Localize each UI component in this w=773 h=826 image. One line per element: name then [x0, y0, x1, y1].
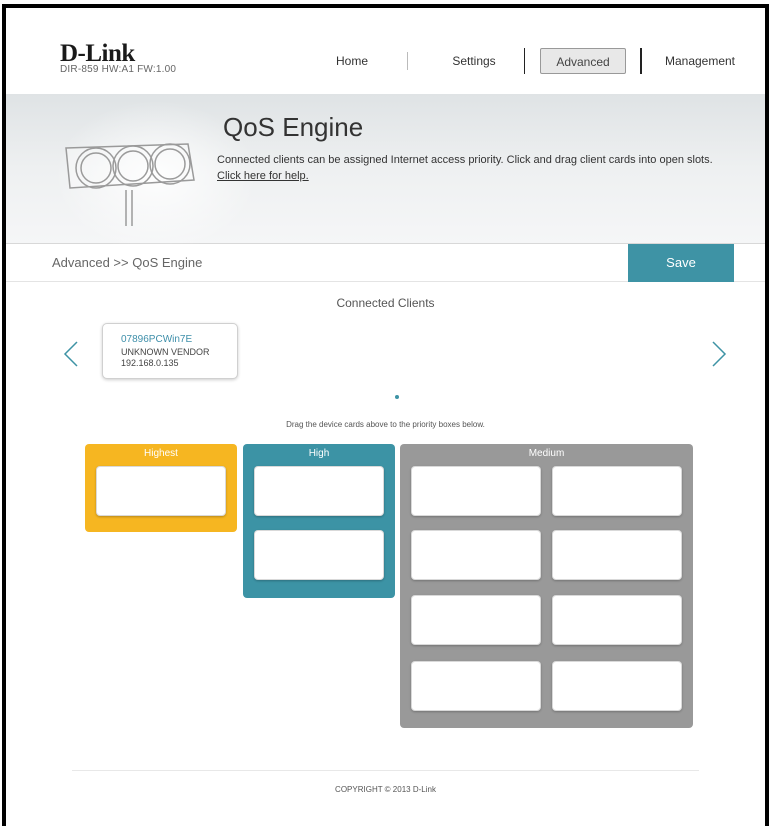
priority-slot-medium-7[interactable]: [411, 661, 541, 711]
priority-slot-high-2[interactable]: [254, 530, 384, 580]
priority-slot-medium-1[interactable]: [411, 466, 541, 516]
help-link[interactable]: Click here for help.: [217, 170, 309, 182]
priority-label-high: High: [308, 448, 330, 459]
priority-slot-medium-6[interactable]: [552, 595, 682, 645]
page-banner: QoS Engine Connected clients can be assi…: [6, 94, 765, 244]
qos-engine-icon: [65, 143, 195, 226]
nav-management[interactable]: Management: [658, 48, 742, 74]
chevron-right-icon[interactable]: [708, 339, 730, 369]
nav-settings[interactable]: Settings: [441, 48, 507, 74]
priority-label-highest: Highest: [144, 448, 178, 459]
priority-slot-medium-2[interactable]: [552, 466, 682, 516]
chevron-left-icon[interactable]: [60, 339, 82, 369]
client-card[interactable]: 07896PCWin7E UNKNOWN VENDOR 192.168.0.13…: [102, 323, 238, 379]
nav-home[interactable]: Home: [322, 48, 382, 74]
priority-slot-highest-1[interactable]: [96, 466, 226, 516]
connected-clients-title: Connected Clients: [336, 296, 435, 310]
save-button[interactable]: Save: [628, 244, 734, 282]
nav-divider: [407, 52, 408, 70]
priority-label-medium: Medium: [528, 448, 565, 459]
page-title: QoS Engine: [223, 112, 364, 142]
pager-dot[interactable]: [395, 395, 399, 399]
priority-slot-medium-4[interactable]: [552, 530, 682, 580]
footer-divider: [72, 770, 699, 771]
nav-advanced[interactable]: Advanced: [540, 48, 626, 74]
nav-divider: [640, 48, 642, 74]
breadcrumb: Advanced >> QoS Engine: [52, 255, 203, 270]
nav-divider: [524, 48, 525, 74]
priority-slot-high-1[interactable]: [254, 466, 384, 516]
priority-box-medium: Medium: [400, 444, 693, 728]
priority-slot-medium-5[interactable]: [411, 595, 541, 645]
priority-slot-medium-8[interactable]: [552, 661, 682, 711]
client-vendor: UNKNOWN VENDOR: [121, 347, 210, 357]
drag-hint: Drag the device cards above to the prior…: [286, 420, 485, 429]
header: D-Link DIR-859 HW:A1 FW:1.00 Home Settin…: [6, 8, 765, 94]
priority-box-highest: Highest: [85, 444, 237, 532]
priority-box-high: High: [243, 444, 395, 598]
priority-slot-medium-3[interactable]: [411, 530, 541, 580]
model-info: DIR-859 HW:A1 FW:1.00: [60, 64, 177, 75]
client-ip: 192.168.0.135: [121, 358, 179, 368]
client-name: 07896PCWin7E: [121, 334, 193, 345]
page-description: Connected clients can be assigned Intern…: [217, 154, 713, 166]
copyright: COPYRIGHT © 2013 D-Link: [335, 785, 436, 794]
page-frame: D-Link DIR-859 HW:A1 FW:1.00 Home Settin…: [2, 4, 769, 826]
